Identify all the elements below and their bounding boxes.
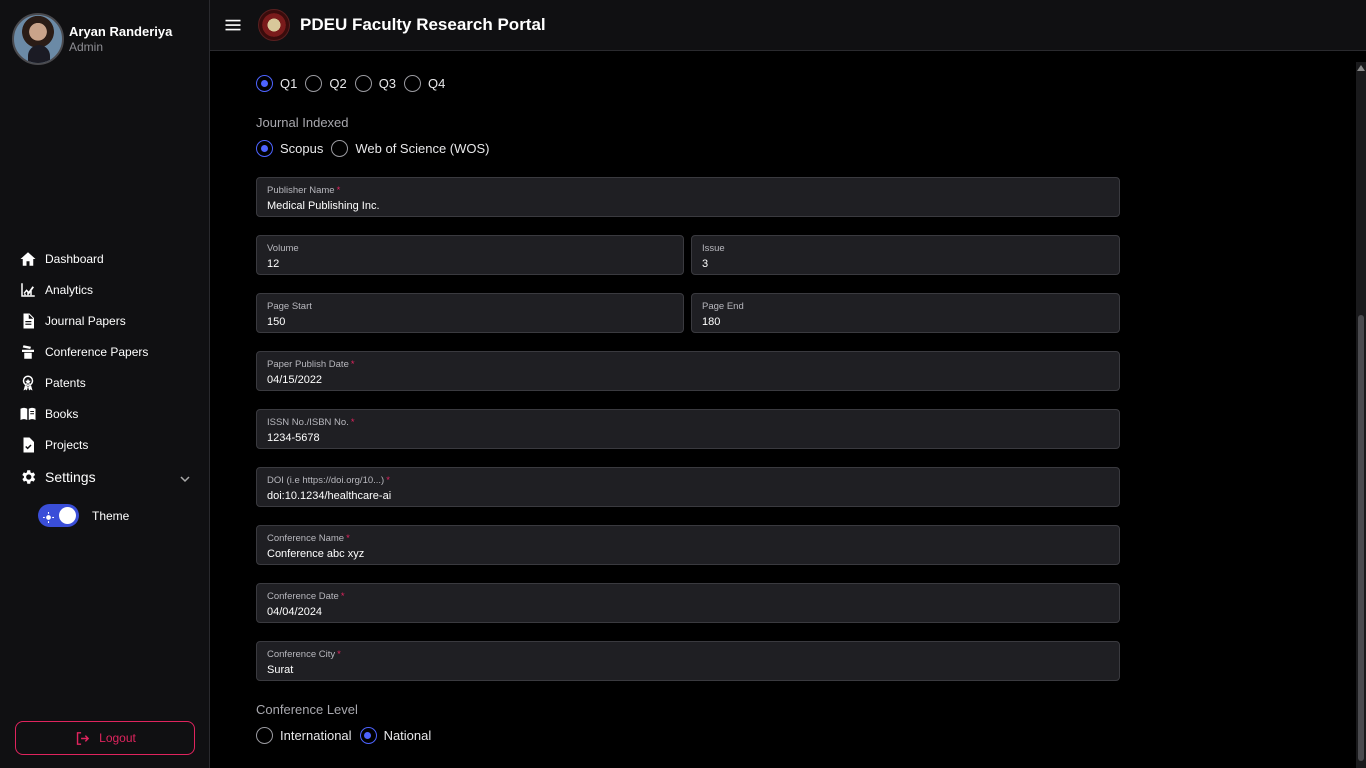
hamburger-icon (225, 19, 241, 31)
sidebar-item-patents[interactable]: Patents (0, 367, 210, 398)
scroll-up-icon[interactable] (1357, 65, 1365, 71)
chevron-down-icon[interactable] (180, 471, 190, 483)
issue-field[interactable]: Issue (691, 235, 1120, 275)
radio-q3[interactable]: Q3 (354, 75, 396, 92)
publisher-name-field[interactable]: Publisher Name * (256, 177, 1120, 217)
radio-national[interactable]: National (359, 727, 431, 744)
sidebar-item-label: Journal Papers (45, 313, 126, 328)
sidebar-item-books[interactable]: Books (0, 398, 210, 429)
sun-icon (43, 510, 54, 523)
sidebar-item-analytics[interactable]: Analytics (0, 274, 210, 305)
conference-city-input[interactable] (267, 662, 1109, 678)
conference-city-field[interactable]: Conference City * (256, 641, 1120, 681)
page-scrollbar[interactable] (1356, 62, 1366, 768)
conference-date-field[interactable]: Conference Date * (256, 583, 1120, 623)
sidebar-item-projects[interactable]: Projects (0, 429, 210, 460)
radio-q1[interactable]: Q1 (256, 75, 297, 92)
profile: Aryan Randeriya Admin (12, 13, 172, 65)
sidebar-item-label: Patents (45, 375, 86, 390)
logout-button[interactable]: Logout (15, 721, 195, 755)
sidebar: Aryan Randeriya Admin Dashboard Analytic… (0, 0, 210, 768)
radio-wos[interactable]: Web of Science (WOS) (331, 140, 490, 157)
sidebar-item-label: Settings (45, 468, 96, 485)
radio-q4[interactable]: Q4 (404, 75, 445, 92)
sidebar-item-label: Dashboard (45, 251, 104, 266)
podium-icon (19, 343, 37, 361)
publisher-name-input[interactable] (267, 198, 1109, 214)
scroll-thumb[interactable] (1358, 315, 1364, 761)
page-start-field[interactable]: Page Start (256, 293, 684, 333)
conference-name-input[interactable] (267, 546, 1109, 562)
conference-date-input[interactable] (267, 604, 1109, 620)
top-header: PDEU Faculty Research Portal (210, 0, 1366, 51)
task-icon (19, 436, 37, 454)
sidebar-item-journal-papers[interactable]: Journal Papers (0, 305, 210, 336)
sidebar-item-label: Analytics (45, 282, 94, 297)
award-icon (19, 374, 37, 392)
sidebar-item-dashboard[interactable]: Dashboard (0, 243, 210, 274)
conference-level-radio-group: International National (256, 727, 439, 744)
profile-name: Aryan Randeriya (69, 24, 173, 39)
conference-name-field[interactable]: Conference Name * (256, 525, 1120, 565)
avatar (12, 13, 64, 65)
sidebar-item-settings[interactable]: Settings (0, 460, 210, 493)
sidebar-item-label: Conference Papers (45, 344, 149, 359)
issn-field[interactable]: ISSN No./ISBN No. * (256, 409, 1120, 449)
home-icon (19, 250, 37, 268)
theme-label: Theme (92, 508, 130, 523)
theme-row: Theme (38, 504, 129, 527)
publish-date-input[interactable] (267, 372, 1109, 388)
radio-q2[interactable]: Q2 (305, 75, 347, 92)
publish-date-field[interactable]: Paper Publish Date * (256, 351, 1120, 391)
document-icon (19, 312, 37, 330)
sidebar-nav: Dashboard Analytics Journal Papers Confe… (0, 243, 210, 493)
quartile-radio-group: Q1 Q2 Q3 Q4 (256, 75, 453, 92)
page-start-input[interactable] (267, 314, 673, 330)
theme-toggle[interactable] (38, 504, 79, 527)
menu-button[interactable] (223, 15, 243, 35)
pdeu-logo (258, 9, 290, 41)
journal-indexed-radio-group: Scopus Web of Science (WOS) (256, 140, 498, 157)
issn-input[interactable] (267, 430, 1109, 446)
gear-icon (19, 468, 37, 486)
issue-input[interactable] (702, 256, 1109, 272)
logout-icon (76, 731, 90, 745)
profile-role: Admin (69, 40, 104, 54)
sidebar-item-conference-papers[interactable]: Conference Papers (0, 336, 210, 367)
page-end-input[interactable] (702, 314, 1109, 330)
sidebar-item-label: Projects (45, 437, 89, 452)
sidebar-item-label: Books (45, 406, 79, 421)
doi-input[interactable] (267, 488, 1109, 504)
doi-field[interactable]: DOI (i.e https://doi.org/10...) * (256, 467, 1120, 507)
journal-indexed-label: Journal Indexed (256, 115, 349, 130)
book-icon (19, 405, 37, 423)
radio-international[interactable]: International (256, 727, 352, 744)
radio-scopus[interactable]: Scopus (256, 140, 323, 157)
portal-title: PDEU Faculty Research Portal (300, 15, 546, 34)
analytics-icon (19, 281, 37, 299)
main-form: Q1 Q2 Q3 Q4 Journal Indexed Scopus Web o… (210, 51, 1356, 768)
conference-level-label: Conference Level (256, 702, 358, 717)
volume-input[interactable] (267, 256, 673, 272)
toggle-knob (59, 507, 76, 524)
page-end-field[interactable]: Page End (691, 293, 1120, 333)
logout-label: Logout (99, 731, 136, 745)
volume-field[interactable]: Volume (256, 235, 684, 275)
